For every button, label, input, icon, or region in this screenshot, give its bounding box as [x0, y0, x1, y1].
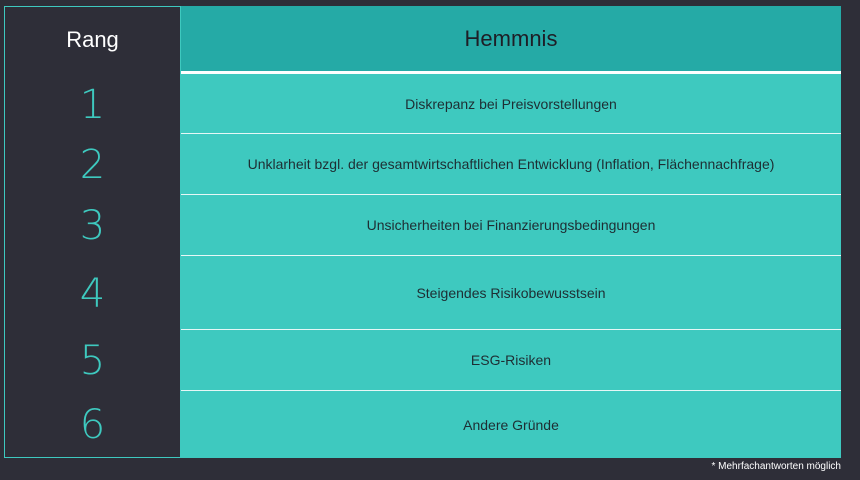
obstacle-column: Hemmnis Diskrepanz bei Preisvorstellunge…	[181, 6, 841, 458]
table-row: Unsicherheiten bei Finanzierungsbedingun…	[366, 217, 656, 233]
rank-number-2: 2	[79, 142, 106, 188]
rank-column-header: Rang	[66, 27, 119, 52]
table-row: Diskrepanz bei Preisvorstellungen	[405, 95, 617, 112]
rank-number-5: 5	[79, 338, 106, 384]
rank-column: Rang 1 2 3 4 5 6	[4, 6, 181, 458]
table-row: Unklarheit bzgl. der gesamtwirtschaftlic…	[247, 156, 775, 172]
table-row: Andere Gründe	[463, 416, 559, 433]
rank-number-3: 3	[79, 203, 106, 249]
footnote: * Mehrfachantworten möglich	[711, 461, 841, 472]
obstacle-ranking-table: Rang 1 2 3 4 5 6 Hemmnis Diskrepanz bei …	[4, 6, 841, 458]
rank-number-6: 6	[79, 401, 106, 448]
obstacle-column-header: Hemmnis	[181, 6, 841, 71]
rank-number-4: 4	[79, 270, 106, 317]
slide: Rang 1 2 3 4 5 6 Hemmnis Diskrepanz bei …	[0, 0, 860, 480]
table-row: ESG-Risiken	[470, 352, 552, 368]
table-row: Steigendes Risikobewusstsein	[416, 284, 606, 301]
rank-number-1: 1	[79, 81, 106, 128]
